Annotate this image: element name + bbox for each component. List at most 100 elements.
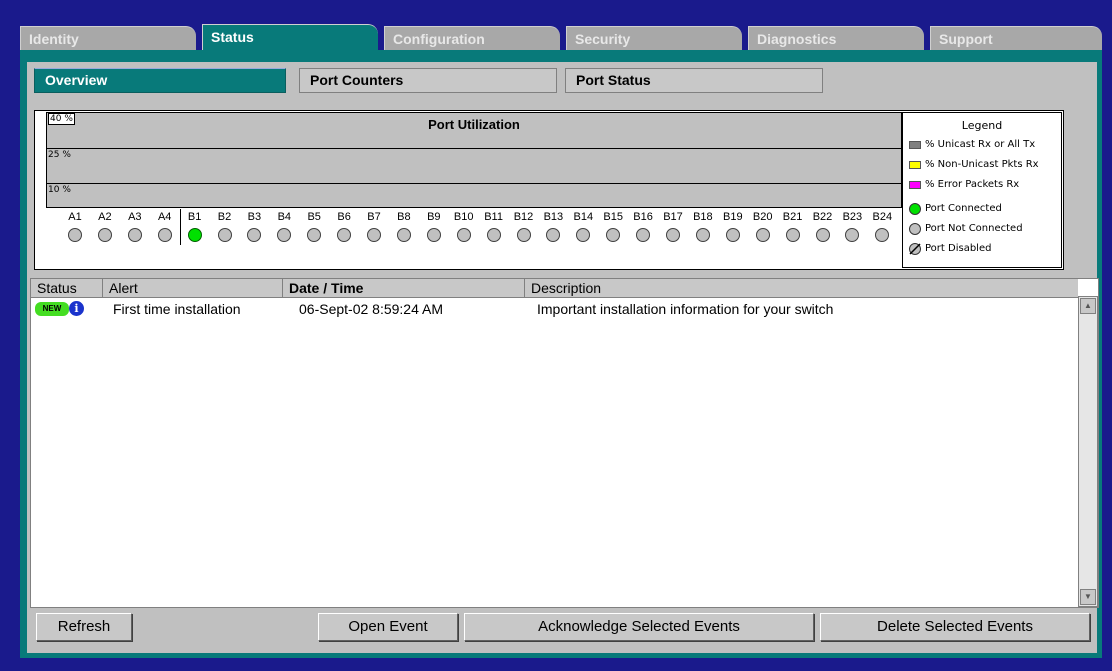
port-a4[interactable]: A4 xyxy=(150,208,180,242)
subtab-overview[interactable]: Overview xyxy=(34,68,286,93)
open-event-button[interactable]: Open Event xyxy=(318,613,458,641)
port-status-led-icon xyxy=(337,228,352,242)
port-label: B4 xyxy=(277,211,292,223)
port-status-led-icon xyxy=(426,228,441,242)
tab-security[interactable]: Security xyxy=(566,26,742,50)
port-label: B11 xyxy=(484,211,503,223)
port-b12[interactable]: B12 xyxy=(509,208,539,242)
port-b8[interactable]: B8 xyxy=(389,208,419,242)
port-label: B10 xyxy=(453,211,474,223)
port-status-led-icon xyxy=(576,228,591,242)
port-b5[interactable]: B5 xyxy=(299,208,329,242)
port-status-led-icon xyxy=(845,228,860,242)
port-b16[interactable]: B16 xyxy=(628,208,658,242)
port-b23[interactable]: B23 xyxy=(837,208,867,242)
port-a2[interactable]: A2 xyxy=(90,208,120,242)
tab-diagnostics-label: Diagnostics xyxy=(757,31,837,47)
subtab-port-counters[interactable]: Port Counters xyxy=(299,68,557,93)
connected-dot-icon xyxy=(909,203,921,215)
port-b3[interactable]: B3 xyxy=(239,208,269,242)
port-b19[interactable]: B19 xyxy=(718,208,748,242)
port-status-led-icon xyxy=(396,228,411,242)
scroll-up-arrow-icon[interactable]: ▲ xyxy=(1080,298,1096,314)
event-list-scrollbar[interactable]: ▲ ▼ xyxy=(1078,296,1098,607)
legend-non-unicast-label: % Non-Unicast Pkts Rx xyxy=(925,159,1039,170)
subtab-port-status[interactable]: Port Status xyxy=(565,68,823,93)
port-status-led-icon xyxy=(636,228,651,242)
port-label: B2 xyxy=(217,211,232,223)
event-table-header: Status Alert Date / Time Description xyxy=(31,279,1078,298)
column-datetime[interactable]: Date / Time xyxy=(283,279,525,297)
not-connected-dot-icon xyxy=(909,223,921,235)
tab-status[interactable]: Status xyxy=(202,24,378,51)
port-b22[interactable]: B22 xyxy=(808,208,838,242)
legend-non-unicast: % Non-Unicast Pkts Rx xyxy=(903,155,1061,175)
acknowledge-events-button[interactable]: Acknowledge Selected Events xyxy=(464,613,814,641)
port-label: B21 xyxy=(782,211,803,223)
port-b17[interactable]: B17 xyxy=(658,208,688,242)
port-b21[interactable]: B21 xyxy=(778,208,808,242)
delete-events-button[interactable]: Delete Selected Events xyxy=(820,613,1090,641)
port-label: B23 xyxy=(842,211,863,223)
port-b18[interactable]: B18 xyxy=(688,208,718,242)
utilization-title: Port Utilization xyxy=(428,117,520,132)
port-label: B1 xyxy=(187,211,202,223)
tab-security-label: Security xyxy=(575,31,631,47)
scroll-down-arrow-icon[interactable]: ▼ xyxy=(1080,589,1096,605)
tab-identity-label: Identity xyxy=(29,31,79,47)
port-b9[interactable]: B9 xyxy=(419,208,449,242)
port-label: B18 xyxy=(693,211,713,223)
swatch-gray xyxy=(909,141,921,149)
refresh-button[interactable]: Refresh xyxy=(36,613,132,641)
column-status[interactable]: Status xyxy=(31,279,103,297)
port-status-led-icon xyxy=(516,228,531,242)
tab-configuration-label: Configuration xyxy=(393,31,485,47)
tab-status-label: Status xyxy=(211,29,254,45)
column-alert[interactable]: Alert xyxy=(103,279,283,297)
port-label: B19 xyxy=(723,211,743,223)
port-b11[interactable]: B11 xyxy=(479,208,509,242)
event-alert: First time installation xyxy=(113,301,241,317)
port-label: B12 xyxy=(513,211,534,223)
port-b6[interactable]: B6 xyxy=(329,208,359,242)
event-row[interactable]: NEW i First time installation 06-Sept-02… xyxy=(31,299,1078,319)
port-b20[interactable]: B20 xyxy=(748,208,778,242)
port-b24[interactable]: B24 xyxy=(867,208,897,242)
legend-port-connected-label: Port Connected xyxy=(925,203,1002,214)
port-b10[interactable]: B10 xyxy=(449,208,479,242)
port-b13[interactable]: B13 xyxy=(538,208,568,242)
legend-port-disabled: Port Disabled xyxy=(903,239,1061,259)
port-a3[interactable]: A3 xyxy=(120,208,150,242)
tab-configuration[interactable]: Configuration xyxy=(384,26,560,50)
port-label: B24 xyxy=(872,211,893,223)
port-b2[interactable]: B2 xyxy=(210,208,240,242)
legend-title: Legend xyxy=(961,119,1003,132)
port-b15[interactable]: B15 xyxy=(598,208,628,242)
port-status-led-icon xyxy=(277,228,292,242)
port-status-led-icon xyxy=(217,228,232,242)
tab-support[interactable]: Support xyxy=(930,26,1102,50)
port-label: A1 xyxy=(68,211,82,223)
port-label: B22 xyxy=(812,211,833,223)
swatch-yellow xyxy=(909,161,921,169)
legend-port-not-connected-label: Port Not Connected xyxy=(925,223,1023,234)
legend-box: Legend % Unicast Rx or All Tx % Non-Unic… xyxy=(902,112,1062,268)
legend-error: % Error Packets Rx xyxy=(903,175,1061,195)
port-status-led-icon xyxy=(307,228,322,242)
subtab-port-status-label: Port Status xyxy=(576,72,651,88)
port-b1[interactable]: B1 xyxy=(180,208,210,242)
port-label: B7 xyxy=(367,211,381,223)
legend-error-label: % Error Packets Rx xyxy=(925,179,1020,190)
port-a1[interactable]: A1 xyxy=(60,208,90,242)
tab-diagnostics[interactable]: Diagnostics xyxy=(748,26,924,50)
port-b4[interactable]: B4 xyxy=(269,208,299,242)
port-b7[interactable]: B7 xyxy=(359,208,389,242)
port-status-led-icon xyxy=(606,228,621,242)
tab-identity[interactable]: Identity xyxy=(20,26,196,50)
level-line-25 xyxy=(47,148,901,149)
port-b14[interactable]: B14 xyxy=(568,208,598,242)
column-description[interactable]: Description xyxy=(525,279,1078,297)
level-label-25: 25 % xyxy=(48,150,71,160)
disabled-dot-icon xyxy=(909,243,921,255)
port-status-led-icon xyxy=(666,228,680,242)
